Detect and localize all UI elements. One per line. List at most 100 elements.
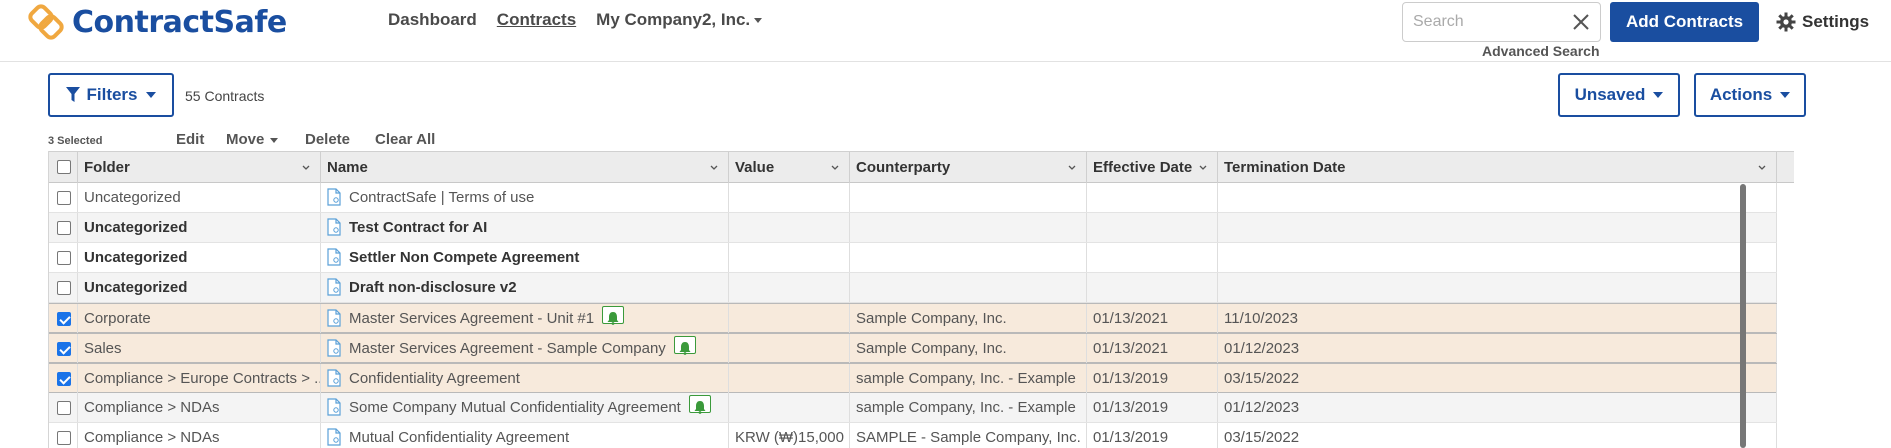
row-checkbox[interactable] (57, 401, 71, 415)
cell-name[interactable]: Draft non-disclosure v2 (321, 273, 729, 302)
cell-name[interactable]: Mutual Confidentiality Agreement (321, 423, 729, 448)
reminder-bell-icon[interactable] (673, 336, 696, 355)
filters-button[interactable]: Filters (48, 73, 174, 117)
cell-name[interactable]: ContractSafe | Terms of use (321, 183, 729, 212)
contract-name-link[interactable]: Mutual Confidentiality Agreement (349, 429, 569, 446)
select-all-checkbox[interactable] (57, 160, 71, 174)
settings-link[interactable]: Settings (1776, 12, 1869, 32)
cell-select (49, 213, 78, 242)
delete-button[interactable]: Delete (305, 131, 350, 148)
column-header-effective-date[interactable]: Effective Date (1087, 152, 1218, 183)
document-icon (327, 278, 341, 296)
reminder-bell-icon[interactable] (602, 306, 625, 325)
cell-name[interactable]: Master Services Agreement - Unit #1 (321, 304, 729, 333)
cell-counterparty: sample Company, Inc. - Example (850, 364, 1087, 393)
contract-name-link[interactable]: ContractSafe | Terms of use (349, 189, 534, 206)
clear-all-button[interactable]: Clear All (375, 131, 435, 148)
column-header-value[interactable]: Value (729, 152, 850, 183)
contract-name-link[interactable]: Confidentiality Agreement (349, 370, 520, 387)
cell-name[interactable]: Confidentiality Agreement (321, 364, 729, 393)
cell-counterparty (850, 243, 1087, 272)
contractsafe-logo[interactable]: ContractSafe (28, 2, 287, 42)
cell-counterparty (850, 183, 1087, 212)
cell-select (49, 364, 78, 393)
cell-value (729, 364, 850, 393)
advanced-search-link[interactable]: Advanced Search (1482, 43, 1600, 59)
contract-name-link[interactable]: Master Services Agreement - Unit #1 (349, 310, 594, 327)
cell-termination-date: 01/12/2023 (1218, 393, 1777, 422)
table-row[interactable]: Sales Master Services Agreement - Sample … (49, 333, 1777, 363)
chevron-down-icon (1758, 165, 1766, 170)
row-checkbox[interactable] (57, 191, 71, 205)
cell-termination-date (1218, 273, 1777, 302)
cell-termination-date (1218, 213, 1777, 242)
cell-name[interactable]: Test Contract for AI (321, 213, 729, 242)
clear-search-icon[interactable] (1570, 11, 1592, 33)
top-navigation-bar: ContractSafe Dashboard Contracts My Comp… (0, 0, 1891, 62)
cell-value (729, 243, 850, 272)
nav-company-dropdown[interactable]: My Company2, Inc. (596, 10, 762, 30)
saved-view-dropdown[interactable]: Unsaved (1558, 73, 1680, 117)
cell-name[interactable]: Some Company Mutual Confidentiality Agre… (321, 393, 729, 422)
cell-value (729, 213, 850, 242)
cell-effective-date: 01/13/2019 (1087, 423, 1218, 448)
table-row[interactable]: Compliance > NDAs Some Company Mutual Con… (49, 393, 1777, 423)
table-row[interactable]: Uncategorized ContractSafe | Terms of use (49, 183, 1777, 213)
move-dropdown[interactable]: Move (226, 131, 278, 148)
table-row[interactable]: Uncategorized Settler Non Compete Agreeme… (49, 243, 1777, 273)
contract-name-link[interactable]: Draft non-disclosure v2 (349, 279, 517, 296)
row-checkbox[interactable] (57, 221, 71, 235)
document-icon (327, 369, 341, 387)
row-checkbox[interactable] (57, 342, 71, 356)
table-scrollbar[interactable] (1740, 184, 1746, 448)
sort-chevron-icon (1199, 165, 1207, 170)
table-row[interactable]: Corporate Master Services Agreement - Uni… (49, 303, 1777, 333)
table-row[interactable]: Compliance > Europe Contracts > ... Confi… (49, 363, 1777, 393)
contract-name-link[interactable]: Master Services Agreement - Sample Compa… (349, 340, 666, 357)
cell-value (729, 273, 850, 302)
cell-effective-date: 01/13/2019 (1087, 364, 1218, 393)
row-checkbox[interactable] (57, 372, 71, 386)
cell-select (49, 334, 78, 363)
add-contracts-button[interactable]: Add Contracts (1610, 2, 1759, 42)
row-checkbox[interactable] (57, 431, 71, 445)
cell-name[interactable]: Settler Non Compete Agreement (321, 243, 729, 272)
cell-folder: Corporate (78, 304, 321, 333)
row-checkbox[interactable] (57, 312, 71, 326)
column-header-folder[interactable]: Folder (78, 152, 321, 183)
cell-counterparty: Sample Company, Inc. (850, 304, 1087, 333)
cell-folder: Compliance > NDAs (78, 393, 321, 422)
cell-termination-date (1218, 183, 1777, 212)
row-checkbox[interactable] (57, 251, 71, 265)
column-header-termination-date[interactable]: Termination Date (1218, 152, 1777, 183)
nav-contracts[interactable]: Contracts (497, 10, 576, 30)
cell-termination-date: 11/10/2023 (1218, 304, 1777, 333)
column-header-name[interactable]: Name (321, 152, 729, 183)
cell-effective-date: 01/13/2021 (1087, 334, 1218, 363)
chevron-down-icon (302, 165, 310, 170)
cell-value: KRW (₩)15,000 (729, 423, 850, 448)
table-row[interactable]: Uncategorized Test Contract for AI (49, 213, 1777, 243)
column-header-counterparty[interactable]: Counterparty (850, 152, 1087, 183)
nav-dashboard[interactable]: Dashboard (388, 10, 477, 30)
brand-name: ContractSafe (72, 4, 287, 40)
table-row[interactable]: Uncategorized Draft non-disclosure v2 (49, 273, 1777, 303)
row-checkbox[interactable] (57, 281, 71, 295)
actions-dropdown[interactable]: Actions (1694, 73, 1806, 117)
cell-folder: Uncategorized (78, 273, 321, 302)
document-icon (327, 428, 341, 446)
edit-button[interactable]: Edit (176, 131, 204, 148)
table-row[interactable]: Compliance > NDAs Mutual Confidentiality … (49, 423, 1777, 448)
cell-select (49, 243, 78, 272)
document-icon (327, 218, 341, 236)
contract-name-link[interactable]: Some Company Mutual Confidentiality Agre… (349, 399, 681, 416)
cell-termination-date (1218, 243, 1777, 272)
contract-name-link[interactable]: Test Contract for AI (349, 219, 487, 236)
cell-folder: Sales (78, 334, 321, 363)
contract-name-link[interactable]: Settler Non Compete Agreement (349, 249, 579, 266)
search-input[interactable] (1403, 3, 1563, 41)
cell-termination-date: 01/12/2023 (1218, 334, 1777, 363)
cell-name[interactable]: Master Services Agreement - Sample Compa… (321, 334, 729, 363)
reminder-bell-icon[interactable] (688, 395, 711, 414)
chevron-down-icon (1780, 92, 1791, 98)
